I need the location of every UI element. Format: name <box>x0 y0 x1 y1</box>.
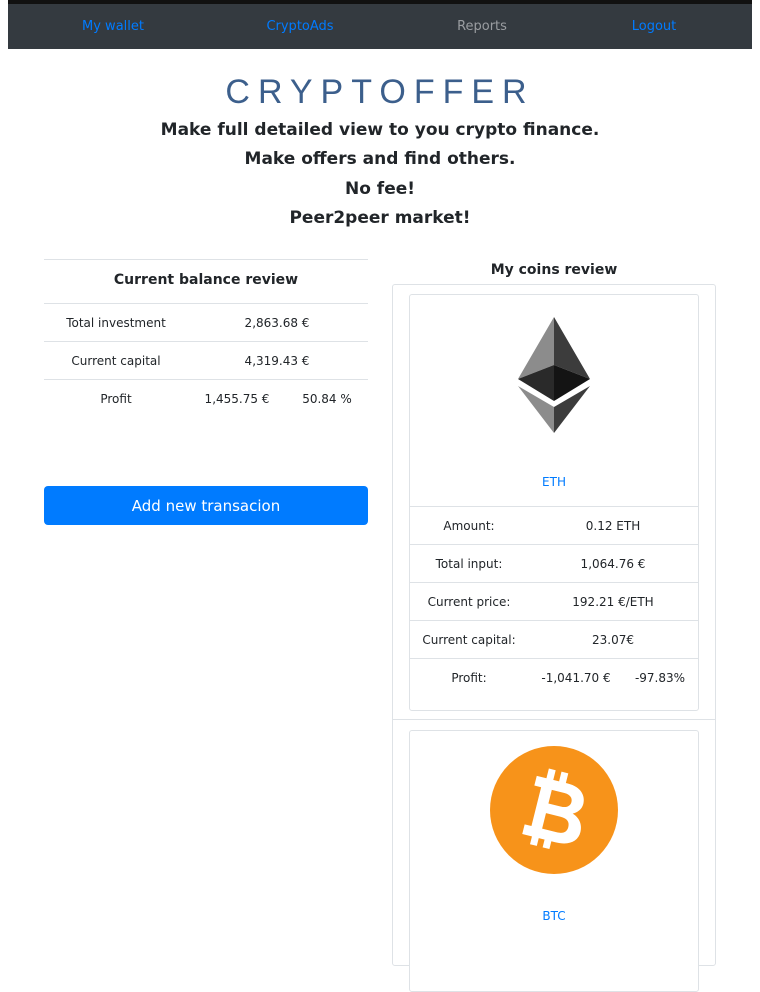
table-row: Total investment 2,863.68 € <box>44 303 368 341</box>
current-capital-value: 23.07€ <box>592 633 634 647</box>
profit-value: 1,455.75 € <box>204 392 270 406</box>
table-row: Current capital 4,319.43 € <box>44 341 368 379</box>
brand-title: CRYPTOFFER <box>225 73 535 111</box>
coin-card-btc: BTC <box>409 730 699 992</box>
profit-percent: -97.83% <box>634 671 686 685</box>
table-row: Amount: 0.12 ETH <box>410 506 698 544</box>
current-price-label: Current price: <box>427 595 511 609</box>
profit-label: Profit: <box>451 671 487 685</box>
total-input-value: 1,064.76 € <box>580 557 646 571</box>
profit-percent: 50.84 % <box>302 392 352 406</box>
current-capital-value: 4,319.43 € <box>244 354 310 368</box>
total-investment-label: Total investment <box>66 316 166 330</box>
table-row: Profit: -1,041.70 € -97.83% <box>410 658 698 696</box>
current-capital-label: Current capital: <box>422 633 516 647</box>
current-capital-label: Current capital <box>71 354 161 368</box>
total-investment-value: 2,863.68 € <box>244 316 310 330</box>
table-row: Profit 1,455.75 € 50.84 % <box>44 379 368 417</box>
coins-review-title: My coins review <box>490 262 618 278</box>
nav-my-wallet[interactable]: My wallet <box>82 19 144 35</box>
coin-name-btc[interactable]: BTC <box>410 909 698 923</box>
coin-card-eth: ETH Amount: 0.12 ETH Total input: 1,064.… <box>409 294 699 711</box>
current-price-value: 192.21 €/ETH <box>572 595 654 609</box>
total-input-label: Total input: <box>435 557 503 571</box>
nav-reports[interactable]: Reports <box>457 19 507 35</box>
nav-crypto-ads[interactable]: CryptoAds <box>266 19 333 35</box>
divider <box>392 719 716 720</box>
ethereum-icon <box>410 315 698 439</box>
bitcoin-icon <box>410 745 698 879</box>
nav-logout[interactable]: Logout <box>632 19 677 35</box>
coin-name-eth[interactable]: ETH <box>410 475 698 489</box>
profit-label: Profit <box>100 392 132 406</box>
add-transaction-button[interactable]: Add new transacion <box>44 486 368 525</box>
amount-value: 0.12 ETH <box>585 519 641 533</box>
tagline: Peer2peer market! <box>289 208 471 228</box>
profit-value: -1,041.70 € <box>541 671 611 685</box>
tagline: Make offers and find others. <box>244 149 516 169</box>
tagline: Make full detailed view to you crypto fi… <box>160 120 600 140</box>
amount-label: Amount: <box>443 519 495 533</box>
balance-review-title: Current balance review <box>44 259 368 303</box>
table-row: Total input: 1,064.76 € <box>410 544 698 582</box>
balance-review-table: Current balance review Total investment … <box>44 259 368 417</box>
table-row: Current price: 192.21 €/ETH <box>410 582 698 620</box>
tagline: No fee! <box>344 179 416 199</box>
table-row: Current capital: 23.07€ <box>410 620 698 658</box>
navbar: My wallet CryptoAds Reports Logout <box>8 4 752 49</box>
